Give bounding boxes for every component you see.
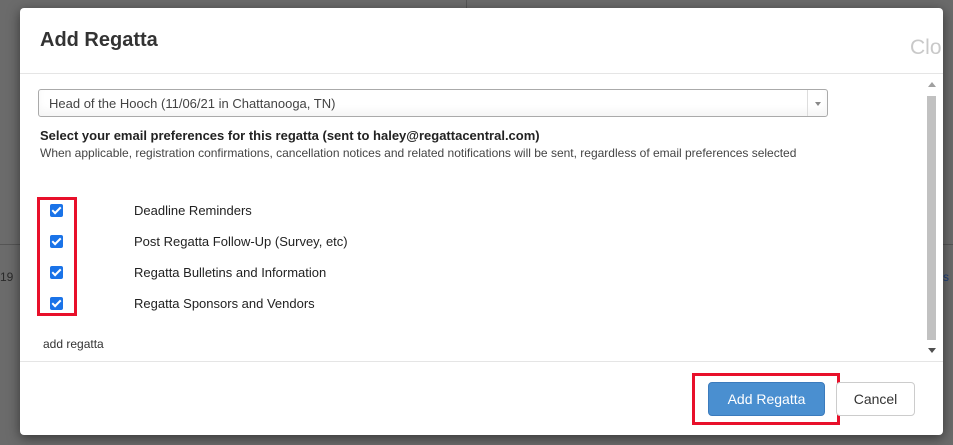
regatta-select-value: Head of the Hooch (11/06/21 in Chattanoo… [49, 96, 336, 111]
email-preferences-heading: Select your email preferences for this r… [40, 128, 540, 143]
dialog-footer: Add Regatta Cancel [20, 361, 943, 435]
checkbox-highlight-box [37, 197, 77, 316]
dialog-header: Add Regatta Clo [20, 8, 943, 74]
dialog-body: Head of the Hooch (11/06/21 in Chattanoo… [20, 74, 943, 359]
checkbox-label: Regatta Bulletins and Information [134, 265, 327, 280]
add-regatta-dialog: Add Regatta Clo Head of the Hooch (11/06… [20, 8, 943, 435]
background-text-fragment: 19 [0, 270, 14, 284]
cancel-button[interactable]: Cancel [836, 382, 915, 416]
button-highlight-box [692, 373, 840, 425]
checkbox-label: Regatta Sponsors and Vendors [134, 296, 315, 311]
chevron-down-icon[interactable] [807, 90, 827, 116]
scrollbar-thumb[interactable] [927, 96, 936, 340]
scroll-down-arrow-icon[interactable] [928, 348, 936, 353]
dialog-title: Add Regatta [40, 29, 158, 51]
add-regatta-link[interactable]: add regatta [43, 337, 104, 351]
background-divider [0, 244, 20, 245]
dialog-scrollbar[interactable] [924, 78, 939, 359]
checkbox-label: Deadline Reminders [134, 203, 252, 218]
close-button[interactable]: Clo [910, 36, 942, 60]
scroll-up-arrow-icon[interactable] [928, 82, 936, 87]
checkbox-label: Post Regatta Follow-Up (Survey, etc) [134, 234, 348, 249]
background-divider [466, 0, 467, 8]
background-link-fragment: s [943, 270, 949, 284]
email-preferences-note: When applicable, registration confirmati… [40, 146, 797, 160]
regatta-select[interactable]: Head of the Hooch (11/06/21 in Chattanoo… [38, 89, 828, 117]
